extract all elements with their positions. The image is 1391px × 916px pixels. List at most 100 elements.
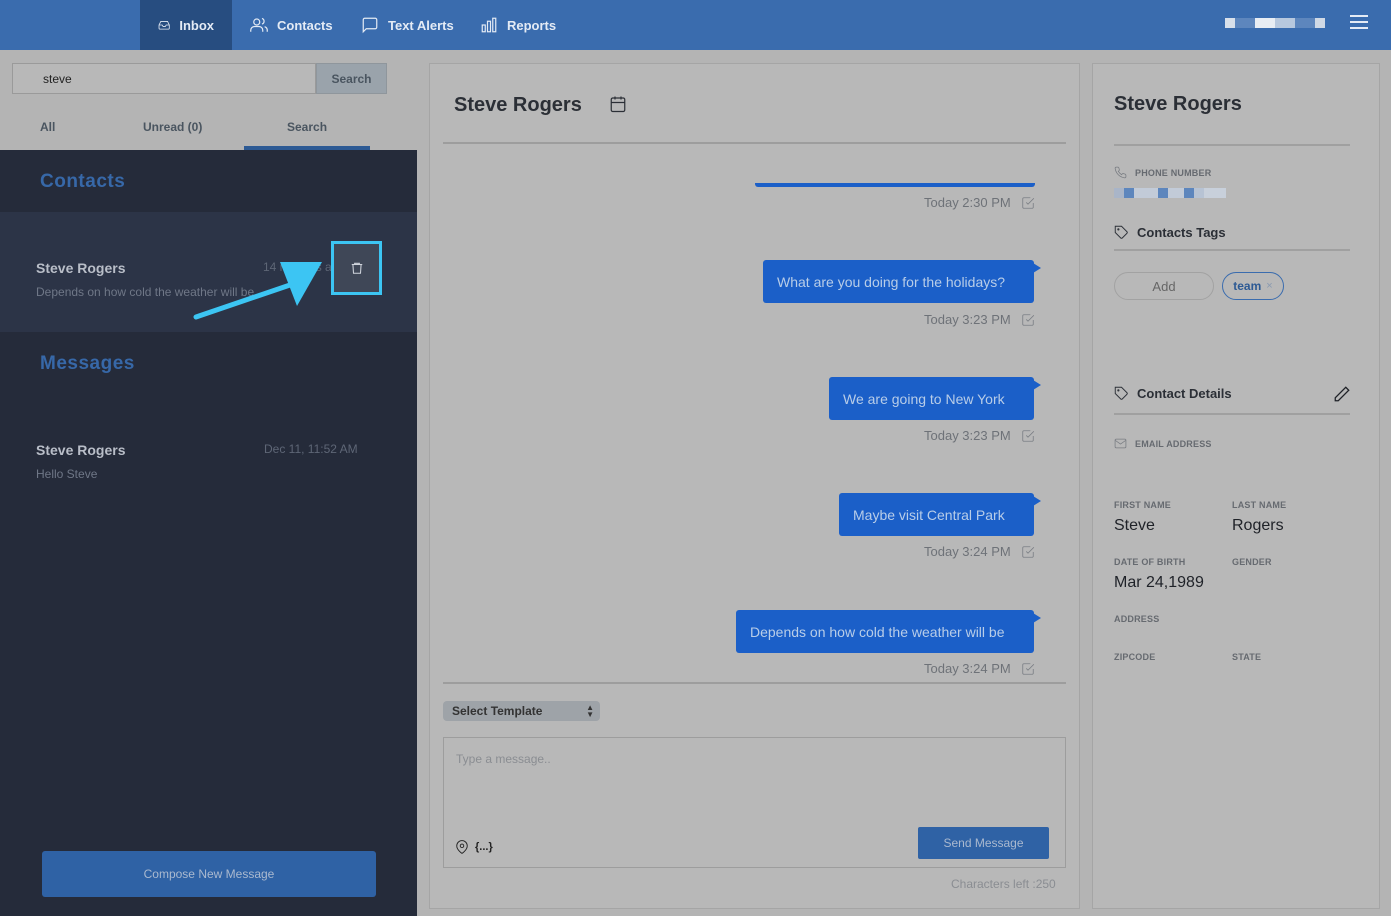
compose-new-message-button[interactable]: Compose New Message xyxy=(42,851,376,897)
contact-tags-title: Contacts Tags xyxy=(1137,225,1226,240)
nav-reports-label: Reports xyxy=(507,17,557,33)
gender-label: GENDER xyxy=(1232,557,1272,567)
first-name-label: FIRST NAME xyxy=(1114,500,1171,510)
mail-icon xyxy=(1114,438,1127,449)
tab-unread[interactable]: Unread (0) xyxy=(143,120,202,134)
tag-chip-team[interactable]: team × xyxy=(1222,272,1284,300)
inbox-icon xyxy=(158,20,170,30)
message-input-placeholder: Type a message.. xyxy=(456,752,551,766)
nav-text-alerts-label: Text Alerts xyxy=(388,17,454,33)
phone-icon xyxy=(1114,166,1127,179)
message-bubble: We are going to New York xyxy=(829,377,1041,420)
last-name-value: Rogers xyxy=(1232,517,1284,534)
tag-icon xyxy=(1114,225,1128,239)
remove-tag-icon[interactable]: × xyxy=(1266,280,1272,292)
bar-chart-icon xyxy=(481,17,497,33)
composer-divider xyxy=(443,682,1066,684)
delivered-check-icon xyxy=(1022,662,1034,675)
delete-contact-button[interactable] xyxy=(331,241,382,295)
message-square-icon xyxy=(362,17,378,34)
tags-divider xyxy=(1114,249,1350,251)
contact-details-panel: Steve Rogers PHONE NUMBER Contacts Tags … xyxy=(1092,63,1380,909)
tab-search[interactable]: Search xyxy=(287,120,327,134)
address-label: ADDRESS xyxy=(1114,614,1160,624)
timestamp-text: Today 3:24 PM xyxy=(924,661,1011,676)
message-timestamp: Today 3:24 PM xyxy=(924,544,1035,559)
tag-label: team xyxy=(1233,279,1262,293)
message-text: Maybe visit Central Park xyxy=(853,506,1005,523)
last-name-label: LAST NAME xyxy=(1232,500,1287,510)
message-text: Depends on how cold the weather will be xyxy=(750,623,1005,640)
contact-name: Steve Rogers xyxy=(36,260,126,276)
timestamp-text: Today 3:23 PM xyxy=(924,428,1011,443)
edit-pencil-icon[interactable] xyxy=(1333,385,1351,403)
nav-reports[interactable]: Reports xyxy=(462,0,574,50)
location-pin-icon[interactable] xyxy=(455,840,469,854)
calendar-icon[interactable] xyxy=(609,95,627,113)
contacts-section-title: Contacts xyxy=(40,171,126,192)
details-divider xyxy=(1114,413,1350,415)
phone-number-redacted xyxy=(1114,188,1226,198)
contact-details-header: Contact Details xyxy=(1114,386,1232,401)
nav-inbox-label: Inbox xyxy=(179,17,214,33)
dob-value: Mar 24,1989 xyxy=(1114,574,1204,591)
message-timestamp: Today 3:23 PM xyxy=(924,312,1035,327)
menu-icon[interactable] xyxy=(1350,15,1368,31)
send-message-button[interactable]: Send Message xyxy=(918,827,1049,859)
messages-section-title: Messages xyxy=(40,353,135,374)
message-bubble-partial xyxy=(755,183,1035,187)
message-name[interactable]: Steve Rogers xyxy=(36,442,125,458)
tab-all[interactable]: All xyxy=(40,120,55,134)
message-timestamp: Today 2:30 PM xyxy=(924,195,1035,210)
select-template-label: Select Template xyxy=(452,704,543,718)
delivered-check-icon xyxy=(1022,545,1034,558)
title-divider xyxy=(1114,144,1350,146)
add-tag-button[interactable]: Add xyxy=(1114,272,1214,300)
message-time: Dec 11, 11:52 AM xyxy=(264,442,358,456)
timestamp-text: Today 3:23 PM xyxy=(924,312,1011,327)
message-bubble: What are you doing for the holidays? xyxy=(763,260,1041,303)
message-timestamp: Today 3:23 PM xyxy=(924,428,1035,443)
nav-text-alerts[interactable]: Text Alerts xyxy=(343,0,472,50)
insert-variable-button[interactable]: {...} xyxy=(475,841,493,853)
select-template-dropdown[interactable]: Select Template ▲ ▼ xyxy=(443,701,600,721)
top-nav: Inbox Contacts Text Alerts Reports xyxy=(0,0,1391,50)
message-bubble: Maybe visit Central Park xyxy=(839,493,1041,536)
delivered-check-icon xyxy=(1022,196,1034,209)
trash-icon xyxy=(351,262,362,274)
contact-details-title: Contact Details xyxy=(1137,386,1232,401)
nav-contacts[interactable]: Contacts xyxy=(232,0,351,50)
phone-label: PHONE NUMBER xyxy=(1135,168,1212,178)
message-text: What are you doing for the holidays? xyxy=(777,273,1006,290)
nav-inbox[interactable]: Inbox xyxy=(140,0,232,50)
message-bubble: Depends on how cold the weather will be xyxy=(736,610,1041,653)
nav-contacts-label: Contacts xyxy=(277,17,333,33)
conversation-title: Steve Rogers xyxy=(454,94,582,116)
header-divider xyxy=(443,142,1066,144)
user-name-redacted[interactable] xyxy=(1225,18,1330,28)
state-label: STATE xyxy=(1232,652,1262,662)
message-input[interactable]: Type a message.. {...} Send Message xyxy=(443,737,1066,868)
conversation-panel: Steve Rogers Today 2:30 PM What are you … xyxy=(429,63,1080,909)
contact-tags-header: Contacts Tags xyxy=(1114,225,1226,240)
email-label: EMAIL ADDRESS xyxy=(1135,439,1212,449)
message-timestamp: Today 3:24 PM xyxy=(924,661,1035,676)
select-caret-icon: ▲ ▼ xyxy=(586,703,594,719)
timestamp-text: Today 3:24 PM xyxy=(924,544,1011,559)
delivered-check-icon xyxy=(1022,313,1034,326)
characters-left: Characters left :250 xyxy=(951,877,1056,891)
dob-label: DATE OF BIRTH xyxy=(1114,557,1186,567)
timestamp-text: Today 2:30 PM xyxy=(924,195,1011,210)
contact-preview: Depends on how cold the weather will be xyxy=(36,285,255,299)
delivered-check-icon xyxy=(1022,429,1034,442)
contact-panel-title: Steve Rogers xyxy=(1114,93,1242,115)
zipcode-label: ZIPCODE xyxy=(1114,652,1156,662)
left-search-area: steve Search xyxy=(0,50,417,150)
message-text: We are going to New York xyxy=(843,390,1005,407)
first-name-value: Steve xyxy=(1114,517,1155,534)
users-icon xyxy=(250,17,268,32)
search-input[interactable]: steve xyxy=(12,63,316,94)
message-preview: Hello Steve xyxy=(36,467,98,481)
search-button[interactable]: Search xyxy=(316,63,387,94)
tag-icon xyxy=(1114,386,1128,400)
